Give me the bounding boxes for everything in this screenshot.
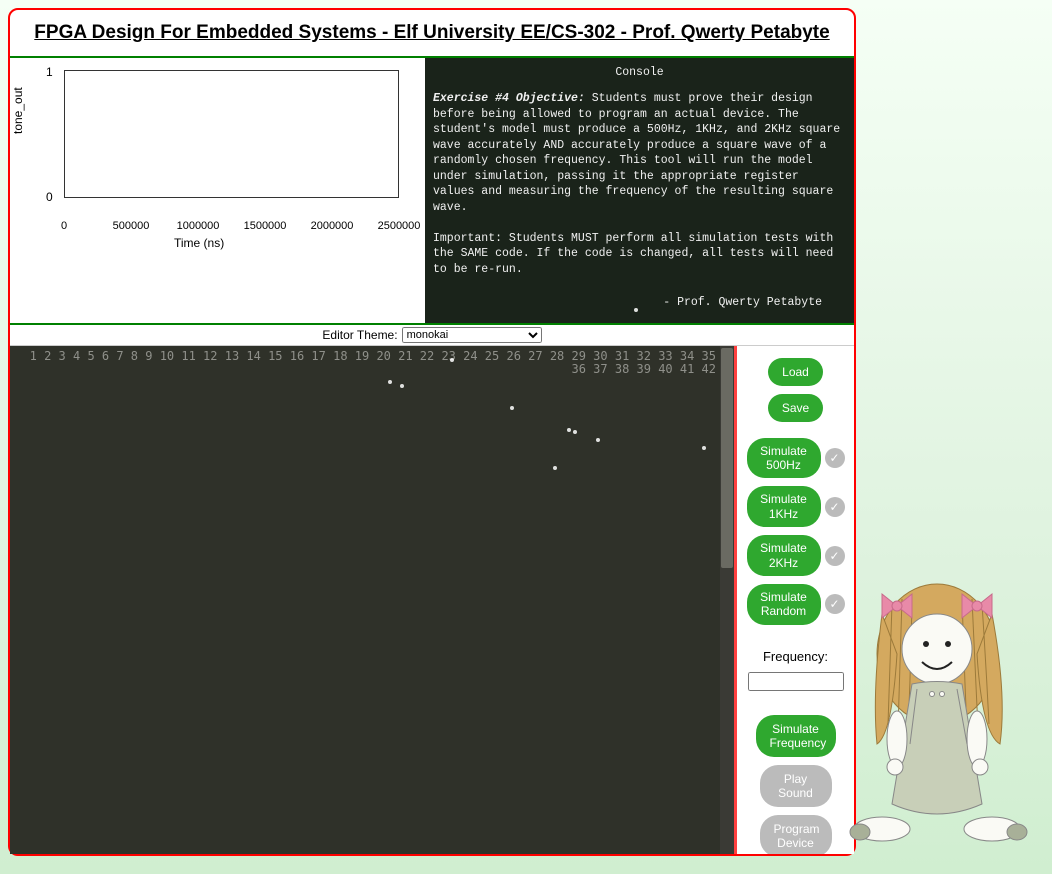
save-button[interactable]: Save [768, 394, 823, 422]
page-title: FPGA Design For Embedded Systems - Elf U… [22, 22, 842, 44]
console-title: Console [433, 62, 846, 83]
program-device-button[interactable]: Program Device [760, 815, 832, 854]
code-editor[interactable]: 1 2 3 4 5 6 7 8 9 10 11 12 13 14 15 16 1… [10, 346, 734, 854]
x-tick: 500000 [113, 220, 150, 232]
console-text-1: Students must prove their design before … [433, 92, 840, 214]
sidebar: Load Save Simulate 500Hz ✓ Simulate 1KHz… [734, 346, 854, 854]
y-tick: 1 [46, 65, 53, 79]
y-tick: 0 [46, 190, 53, 204]
simulate-frequency-button[interactable]: Simulate Frequency [756, 715, 836, 757]
x-tick: 2000000 [311, 220, 354, 232]
status-1khz-icon: ✓ [825, 497, 845, 517]
chart-panel: tone_out Time (ns) 1 0 0 500000 1000000 … [10, 58, 425, 258]
editor-row: 1 2 3 4 5 6 7 8 9 10 11 12 13 14 15 16 1… [10, 346, 854, 854]
editor-scrollbar[interactable] [720, 346, 734, 854]
middle-row: tone_out Time (ns) 1 0 0 500000 1000000 … [10, 58, 854, 325]
x-tick: 0 [61, 220, 67, 232]
console-text-2: Important: Students MUST perform all sim… [433, 232, 833, 276]
x-tick: 2500000 [378, 220, 421, 232]
x-tick: 1000000 [177, 220, 220, 232]
chart-y-label: tone_out [11, 87, 25, 134]
app-window: FPGA Design For Embedded Systems - Elf U… [8, 8, 856, 856]
line-gutter: 1 2 3 4 5 6 7 8 9 10 11 12 13 14 15 16 1… [10, 346, 722, 854]
play-sound-button[interactable]: Play Sound [760, 765, 832, 807]
theme-label: Editor Theme: [322, 328, 397, 342]
theme-select[interactable]: monokai [402, 327, 542, 343]
status-random-icon: ✓ [825, 594, 845, 614]
simulate-1khz-button[interactable]: Simulate 1KHz [747, 486, 821, 527]
status-500hz-icon: ✓ [825, 448, 845, 468]
chart-x-label: Time (ns) [174, 236, 224, 250]
chart-plot-area [64, 70, 399, 198]
header: FPGA Design For Embedded Systems - Elf U… [10, 10, 854, 58]
simulate-random-button[interactable]: Simulate Random [747, 584, 821, 625]
console-body: Exercise #4 Objective: Students must pro… [433, 83, 846, 319]
simulate-500hz-button[interactable]: Simulate 500Hz [747, 438, 821, 479]
console-objective-label: Exercise #4 Objective: [433, 92, 585, 105]
doll-illustration [842, 564, 1032, 864]
scrollbar-thumb[interactable] [721, 348, 733, 568]
frequency-input[interactable] [748, 672, 844, 691]
editor-toolbar: Editor Theme: monokai [10, 325, 854, 346]
load-button[interactable]: Load [768, 358, 823, 386]
console-signature: - Prof. Qwerty Petabyte [433, 295, 846, 311]
simulate-2khz-button[interactable]: Simulate 2KHz [747, 535, 821, 576]
frequency-label: Frequency: [763, 649, 828, 664]
x-tick: 1500000 [244, 220, 287, 232]
console-panel: Console Exercise #4 Objective: Students … [425, 58, 854, 323]
status-2khz-icon: ✓ [825, 546, 845, 566]
